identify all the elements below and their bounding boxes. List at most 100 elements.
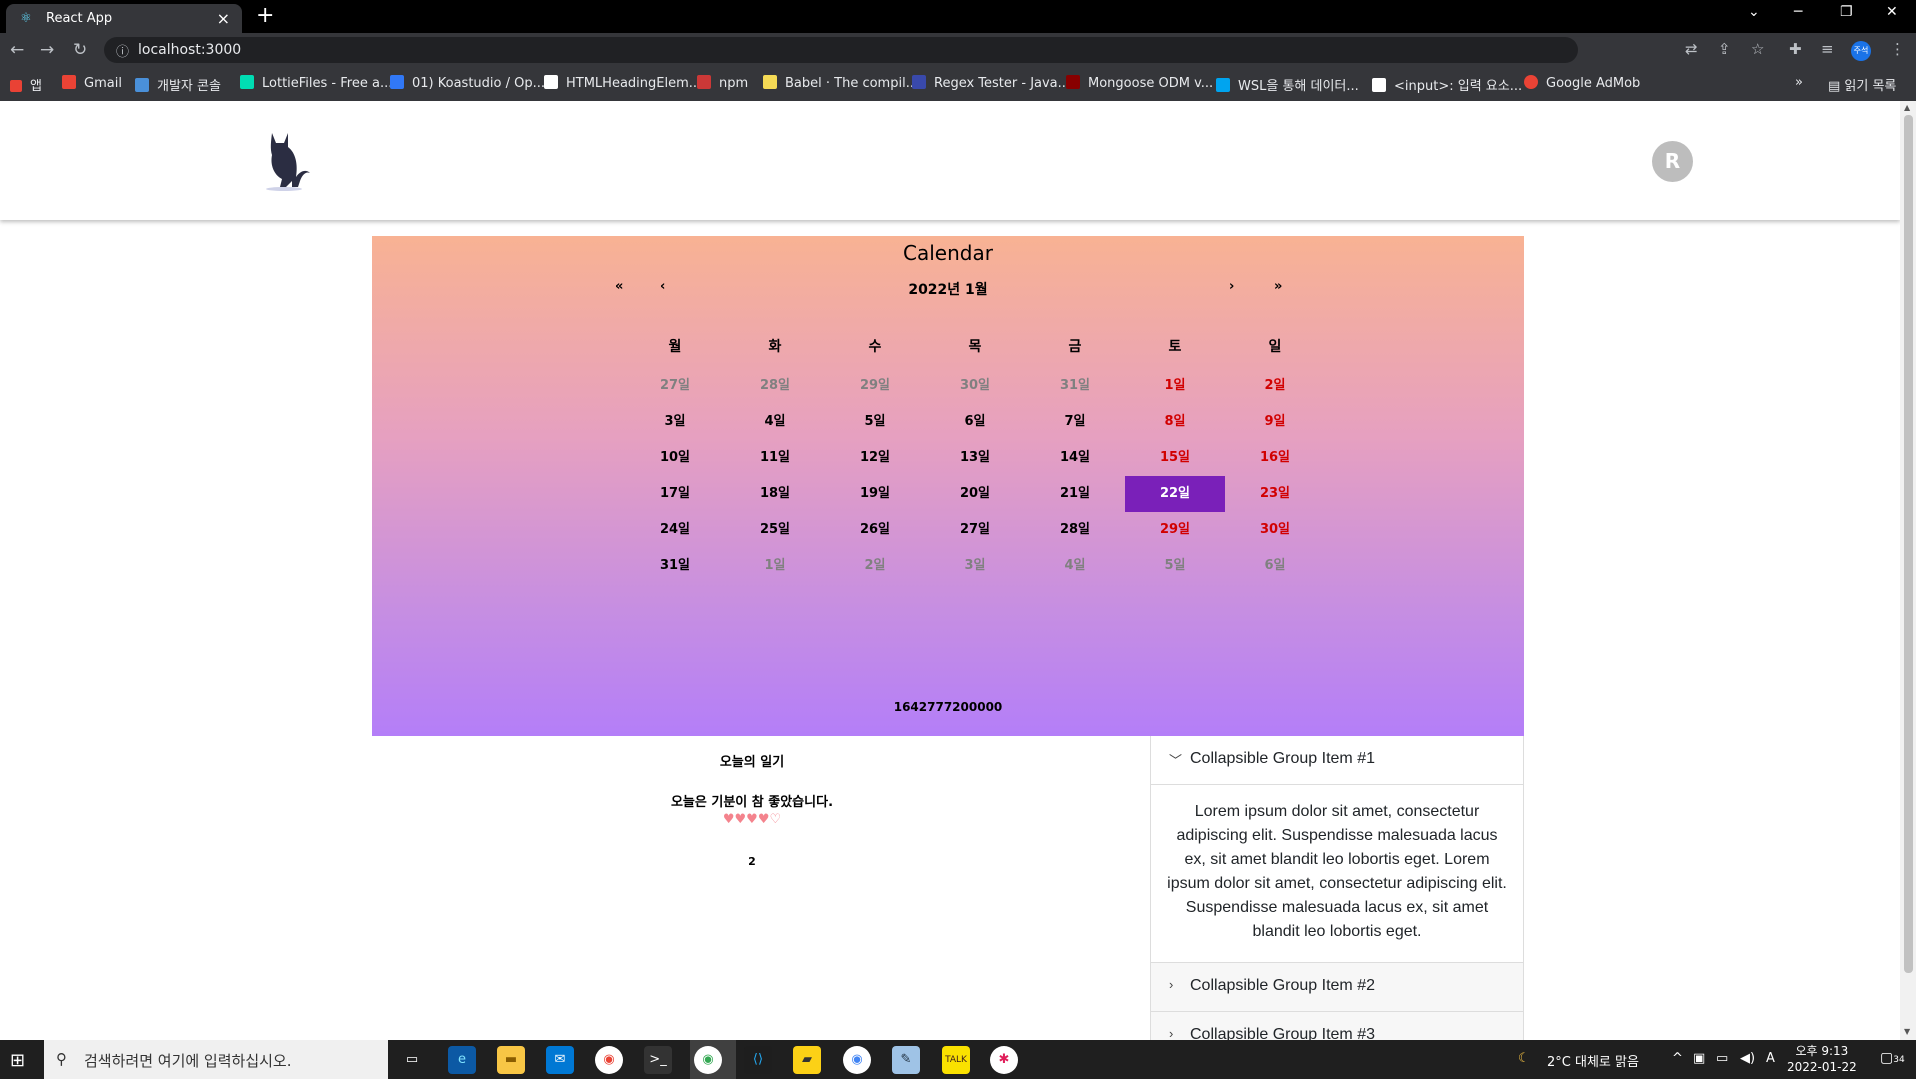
accordion-item-1-header[interactable]: ﹀ Collapsible Group Item #1 [1151, 736, 1523, 785]
volume-icon[interactable]: ◀) [1740, 1051, 1755, 1066]
browser-tab[interactable]: ⚛ React App × [6, 4, 242, 33]
vscode-icon[interactable]: ⟨⟩ [744, 1046, 772, 1074]
slack-icon[interactable]: ✱ [990, 1046, 1018, 1074]
share-icon[interactable]: ⇪ [1718, 40, 1731, 58]
notepad-icon[interactable]: ✎ [892, 1046, 920, 1074]
network-icon[interactable]: ▭ [1716, 1051, 1728, 1066]
kakaotalk-icon[interactable]: TALK [942, 1046, 970, 1074]
calendar-day[interactable]: 23일 [1225, 476, 1325, 512]
calendar-day[interactable]: 1일 [1125, 368, 1225, 404]
accordion-item-3-header[interactable]: › Collapsible Group Item #3 [1151, 1012, 1523, 1040]
calendar-day[interactable]: 17일 [625, 476, 725, 512]
calendar-day[interactable]: 14일 [1025, 440, 1125, 476]
calendar-day[interactable]: 28일 [1025, 512, 1125, 548]
taskbar-search-box[interactable]: ⚲ 검색하려면 여기에 입력하십시오. [44, 1040, 388, 1079]
bookmark-wsl[interactable]: WSL을 통해 데이터... [1216, 75, 1359, 94]
calendar-day[interactable]: 31일 [1025, 368, 1125, 404]
calendar-day[interactable]: 3일 [625, 404, 725, 440]
bookmark-dev-console[interactable]: 개발자 콘솔 [135, 75, 221, 94]
bookmark-apps[interactable]: 앱 [10, 75, 42, 94]
bookmark-admob[interactable]: Google AdMob [1524, 75, 1640, 91]
sticky-notes-icon[interactable]: ▰ [793, 1046, 821, 1074]
file-explorer-icon[interactable]: ▬ [497, 1046, 525, 1074]
weather-moon-icon[interactable]: ☾ [1518, 1051, 1530, 1066]
task-view-icon[interactable]: ▭ [398, 1046, 426, 1074]
calendar-day[interactable]: 30일 [925, 368, 1025, 404]
calendar-day[interactable]: 10일 [625, 440, 725, 476]
calendar-day[interactable]: 7일 [1025, 404, 1125, 440]
site-info-icon[interactable]: ⓘ [116, 41, 129, 60]
chrome-alt-icon[interactable]: ◉ [843, 1046, 871, 1074]
scrollbar-thumb[interactable] [1904, 115, 1913, 973]
translate-icon[interactable]: ⇄ [1685, 40, 1698, 58]
reading-list[interactable]: ▤ 읽기 목록 [1828, 75, 1896, 94]
bookmark-gmail[interactable]: Gmail [62, 75, 122, 91]
calendar-day[interactable]: 4일 [1025, 548, 1125, 584]
calendar-month-label[interactable]: 2022년 1월 [372, 279, 1524, 299]
bookmark-babel[interactable]: Babel · The compil... [763, 75, 918, 91]
ime-indicator-icon[interactable]: A [1766, 1051, 1775, 1066]
taskbar-clock[interactable]: 오후 9:13 2022-01-22 [1787, 1043, 1857, 1075]
bookmark-mongoose[interactable]: Mongoose ODM v... [1066, 75, 1213, 91]
edge-icon[interactable]: e [448, 1046, 476, 1074]
calendar-day[interactable]: 13일 [925, 440, 1025, 476]
next-year-button[interactable]: » [1274, 279, 1282, 294]
next-month-button[interactable]: › [1229, 279, 1234, 294]
mail-icon[interactable]: ✉ [546, 1046, 574, 1074]
calendar-day[interactable]: 12일 [825, 440, 925, 476]
new-tab-button[interactable]: + [256, 3, 274, 28]
close-tab-icon[interactable]: × [217, 9, 230, 28]
weather-text[interactable]: 2°C 대체로 맑음 [1547, 1051, 1639, 1070]
calendar-day[interactable]: 11일 [725, 440, 825, 476]
chrome-icon[interactable]: ◉ [595, 1046, 623, 1074]
bookmark-npm[interactable]: npm [697, 75, 748, 91]
calendar-day[interactable]: 28일 [725, 368, 825, 404]
meet-now-icon[interactable]: ▣ [1693, 1051, 1705, 1066]
calendar-day[interactable]: 4일 [725, 404, 825, 440]
calendar-day[interactable]: 6일 [1225, 548, 1325, 584]
calendar-day-selected[interactable]: 22일 [1125, 476, 1225, 512]
cat-logo[interactable] [262, 131, 312, 191]
calendar-day[interactable]: 27일 [925, 512, 1025, 548]
menu-kebab-icon[interactable]: ⋮ [1890, 40, 1905, 58]
calendar-day[interactable]: 6일 [925, 404, 1025, 440]
accordion-item-2-header[interactable]: › Collapsible Group Item #2 [1151, 963, 1523, 1012]
bookmark-mdn-heading[interactable]: HTMLHeadingElem... [544, 75, 701, 91]
calendar-day[interactable]: 25일 [725, 512, 825, 548]
reload-icon[interactable]: ↻ [73, 40, 87, 60]
terminal-icon[interactable]: >_ [644, 1046, 672, 1074]
calendar-day[interactable]: 1일 [725, 548, 825, 584]
windows-start-icon[interactable]: ⊞ [10, 1050, 25, 1071]
calendar-day[interactable]: 29일 [1125, 512, 1225, 548]
scroll-up-arrow-icon[interactable]: ▲ [1904, 103, 1910, 112]
calendar-day[interactable]: 30일 [1225, 512, 1325, 548]
calendar-day[interactable]: 18일 [725, 476, 825, 512]
bookmark-input-element[interactable]: <input>: 입력 요소... [1372, 75, 1522, 94]
chrome-profile-icon[interactable]: ◉ [694, 1046, 722, 1074]
notification-center-icon[interactable]: ▢34 [1880, 1050, 1905, 1066]
calendar-day[interactable]: 19일 [825, 476, 925, 512]
restore-button[interactable]: ❐ [1840, 4, 1853, 20]
minimize-button[interactable]: ─ [1794, 4, 1802, 20]
bookmark-koastudio[interactable]: 01) Koastudio / Op... [390, 75, 545, 91]
tab-search-icon[interactable]: ⌄ [1748, 4, 1760, 20]
page-scrollbar[interactable]: ▲ ▼ [1900, 101, 1916, 1040]
calendar-day[interactable]: 3일 [925, 548, 1025, 584]
calendar-day[interactable]: 29일 [825, 368, 925, 404]
close-window-button[interactable]: ✕ [1886, 4, 1898, 20]
bookmark-regex-tester[interactable]: Regex Tester - Java... [912, 75, 1070, 91]
calendar-day[interactable]: 2일 [1225, 368, 1325, 404]
calendar-day[interactable]: 27일 [625, 368, 725, 404]
media-queue-icon[interactable]: ≡ [1821, 40, 1834, 58]
calendar-day[interactable]: 31일 [625, 548, 725, 584]
back-arrow-icon[interactable]: ← [10, 40, 24, 60]
extensions-puzzle-icon[interactable]: ✚ [1789, 40, 1802, 58]
user-avatar[interactable]: R [1652, 141, 1693, 182]
calendar-day[interactable]: 24일 [625, 512, 725, 548]
profile-avatar[interactable]: 주석 [1851, 41, 1871, 61]
tray-chevron-up-icon[interactable]: ^ [1672, 1051, 1683, 1066]
calendar-day[interactable]: 20일 [925, 476, 1025, 512]
calendar-day[interactable]: 21일 [1025, 476, 1125, 512]
calendar-day[interactable]: 5일 [1125, 548, 1225, 584]
more-bookmarks-icon[interactable]: » [1795, 75, 1803, 90]
